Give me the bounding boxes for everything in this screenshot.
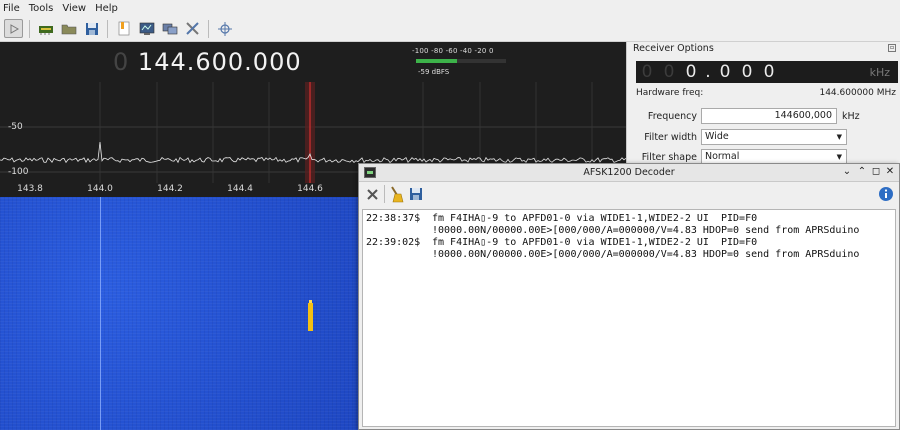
- x-tick-label: 144.2: [157, 184, 183, 194]
- maximize-button[interactable]: ⌃: [856, 166, 868, 177]
- bookmark-icon[interactable]: [114, 19, 133, 38]
- filter-shape-value: Normal: [705, 151, 740, 162]
- panel-float-icon[interactable]: ▫: [888, 44, 896, 52]
- screen-icon[interactable]: [137, 19, 156, 38]
- lcd-digit: 0: [685, 62, 697, 82]
- stop-icon[interactable]: [365, 187, 380, 202]
- decoded-message: 22:38:37$ fm F4IHA▯-9 to APFD01-0 via WID…: [366, 213, 892, 237]
- offset-lcd-display[interactable]: 0 0 0 . 0 0 0 kHz: [636, 61, 898, 83]
- lcd-digit: 0: [719, 62, 731, 82]
- crosshair-icon[interactable]: [215, 19, 234, 38]
- toolbar-separator: [208, 19, 209, 38]
- message-payload: !0000.00N/00000.00E>[000/000/A=000000/V=…: [432, 225, 860, 236]
- y-label-minus50: -50: [8, 122, 23, 132]
- save-icon[interactable]: [82, 19, 101, 38]
- waterfall-signal-burst: [308, 303, 313, 331]
- menu-view[interactable]: View: [62, 3, 86, 14]
- hardware-icon[interactable]: [36, 19, 55, 38]
- menu-bar: File Tools View Help: [0, 0, 900, 16]
- frequency-main: 144.600.000: [137, 48, 302, 76]
- toolbar-separator: [29, 19, 30, 38]
- message-payload: !0000.00N/00000.00E>[000/000/A=000000/V=…: [432, 249, 860, 260]
- play-icon[interactable]: [4, 19, 23, 38]
- save-icon[interactable]: [409, 187, 424, 202]
- x-tick-label: 143.8: [17, 184, 43, 194]
- lcd-digit: 0: [741, 62, 753, 82]
- tools-icon[interactable]: [183, 19, 202, 38]
- receiver-options-panel: Receiver Options ▫ 0 0 0 . 0 0 0 kHz Har…: [626, 42, 900, 167]
- hardware-freq-value: 144.600000 MHz: [819, 88, 896, 98]
- message-timestamp: 22:39:02$: [366, 237, 421, 248]
- filter-width-label: Filter width: [644, 132, 697, 143]
- decoder-title: AFSK1200 Decoder: [583, 167, 675, 178]
- close-button[interactable]: ✕: [884, 166, 896, 177]
- filter-shape-label: Filter shape: [641, 152, 697, 163]
- x-tick-label: 144.4: [227, 184, 253, 194]
- meter-dbfs: -59 dBFS: [418, 68, 450, 76]
- frequency-input[interactable]: 144600,000: [701, 108, 837, 124]
- filter-width-select[interactable]: Wide ▼: [701, 129, 847, 145]
- waterfall-noise: [0, 197, 360, 430]
- waterfall-display[interactable]: [0, 197, 360, 430]
- decoder-toolbar: [359, 183, 899, 208]
- decoded-message: 22:39:02$ fm F4IHA▯-9 to APFD01-0 via WID…: [366, 237, 892, 261]
- frequency-prefix: 0: [113, 48, 130, 76]
- chevron-down-icon: ▼: [836, 133, 842, 141]
- signal-meter: -100 -80 -60 -40 -20 0 -59 dBFS: [412, 47, 508, 79]
- frequency-unit: kHz: [842, 111, 860, 122]
- lcd-digit: 0: [763, 62, 775, 82]
- receiver-options-title: Receiver Options: [633, 43, 714, 54]
- chevron-down-icon: ▼: [836, 153, 842, 161]
- x-tick-label: 144.0: [87, 184, 113, 194]
- decoder-output[interactable]: 22:38:37$ fm F4IHA▯-9 to APFD01-0 via WID…: [362, 209, 896, 427]
- decoder-titlebar[interactable]: AFSK1200 Decoder ⌄ ⌃ ◻ ✕: [359, 164, 899, 182]
- lcd-digit: 0: [641, 62, 653, 82]
- y-label-minus100: -100: [8, 167, 29, 177]
- message-timestamp: 22:38:37$: [366, 213, 421, 224]
- minimize-button[interactable]: ⌄: [841, 166, 853, 177]
- lcd-digit: 0: [663, 62, 675, 82]
- toolbar-separator: [384, 185, 385, 203]
- meter-scale: -100 -80 -60 -40 -20 0: [412, 47, 494, 55]
- menu-help[interactable]: Help: [95, 3, 118, 14]
- meter-fill: [416, 59, 457, 63]
- x-tick-label: 144.6: [297, 184, 323, 194]
- message-header: fm F4IHA▯-9 to APFD01-0 via WIDE1-1,WIDE…: [432, 237, 758, 248]
- frequency-label: Frequency: [647, 111, 697, 122]
- lcd-unit: kHz: [869, 65, 890, 79]
- hardware-freq-label: Hardware freq:: [636, 88, 704, 98]
- info-icon[interactable]: [878, 186, 894, 202]
- folder-icon[interactable]: [59, 19, 78, 38]
- main-toolbar: [0, 16, 900, 42]
- frequency-display: 0 144.600.000: [113, 48, 302, 76]
- meter-bar: [416, 59, 506, 63]
- filter-width-value: Wide: [705, 131, 729, 142]
- menu-file[interactable]: File: [3, 3, 20, 14]
- clear-broom-icon[interactable]: [388, 186, 404, 203]
- waterfall-carrier-line: [100, 197, 101, 430]
- menu-tools[interactable]: Tools: [29, 3, 54, 14]
- restore-button[interactable]: ◻: [870, 166, 882, 177]
- network-icon[interactable]: [160, 19, 179, 38]
- afsk-decoder-window: AFSK1200 Decoder ⌄ ⌃ ◻ ✕ 22:38:37$ fm F4I…: [358, 163, 900, 430]
- lcd-decimal-point: .: [705, 62, 711, 82]
- toolbar-separator: [107, 19, 108, 38]
- message-header: fm F4IHA▯-9 to APFD01-0 via WIDE1-1,WIDE…: [432, 213, 758, 224]
